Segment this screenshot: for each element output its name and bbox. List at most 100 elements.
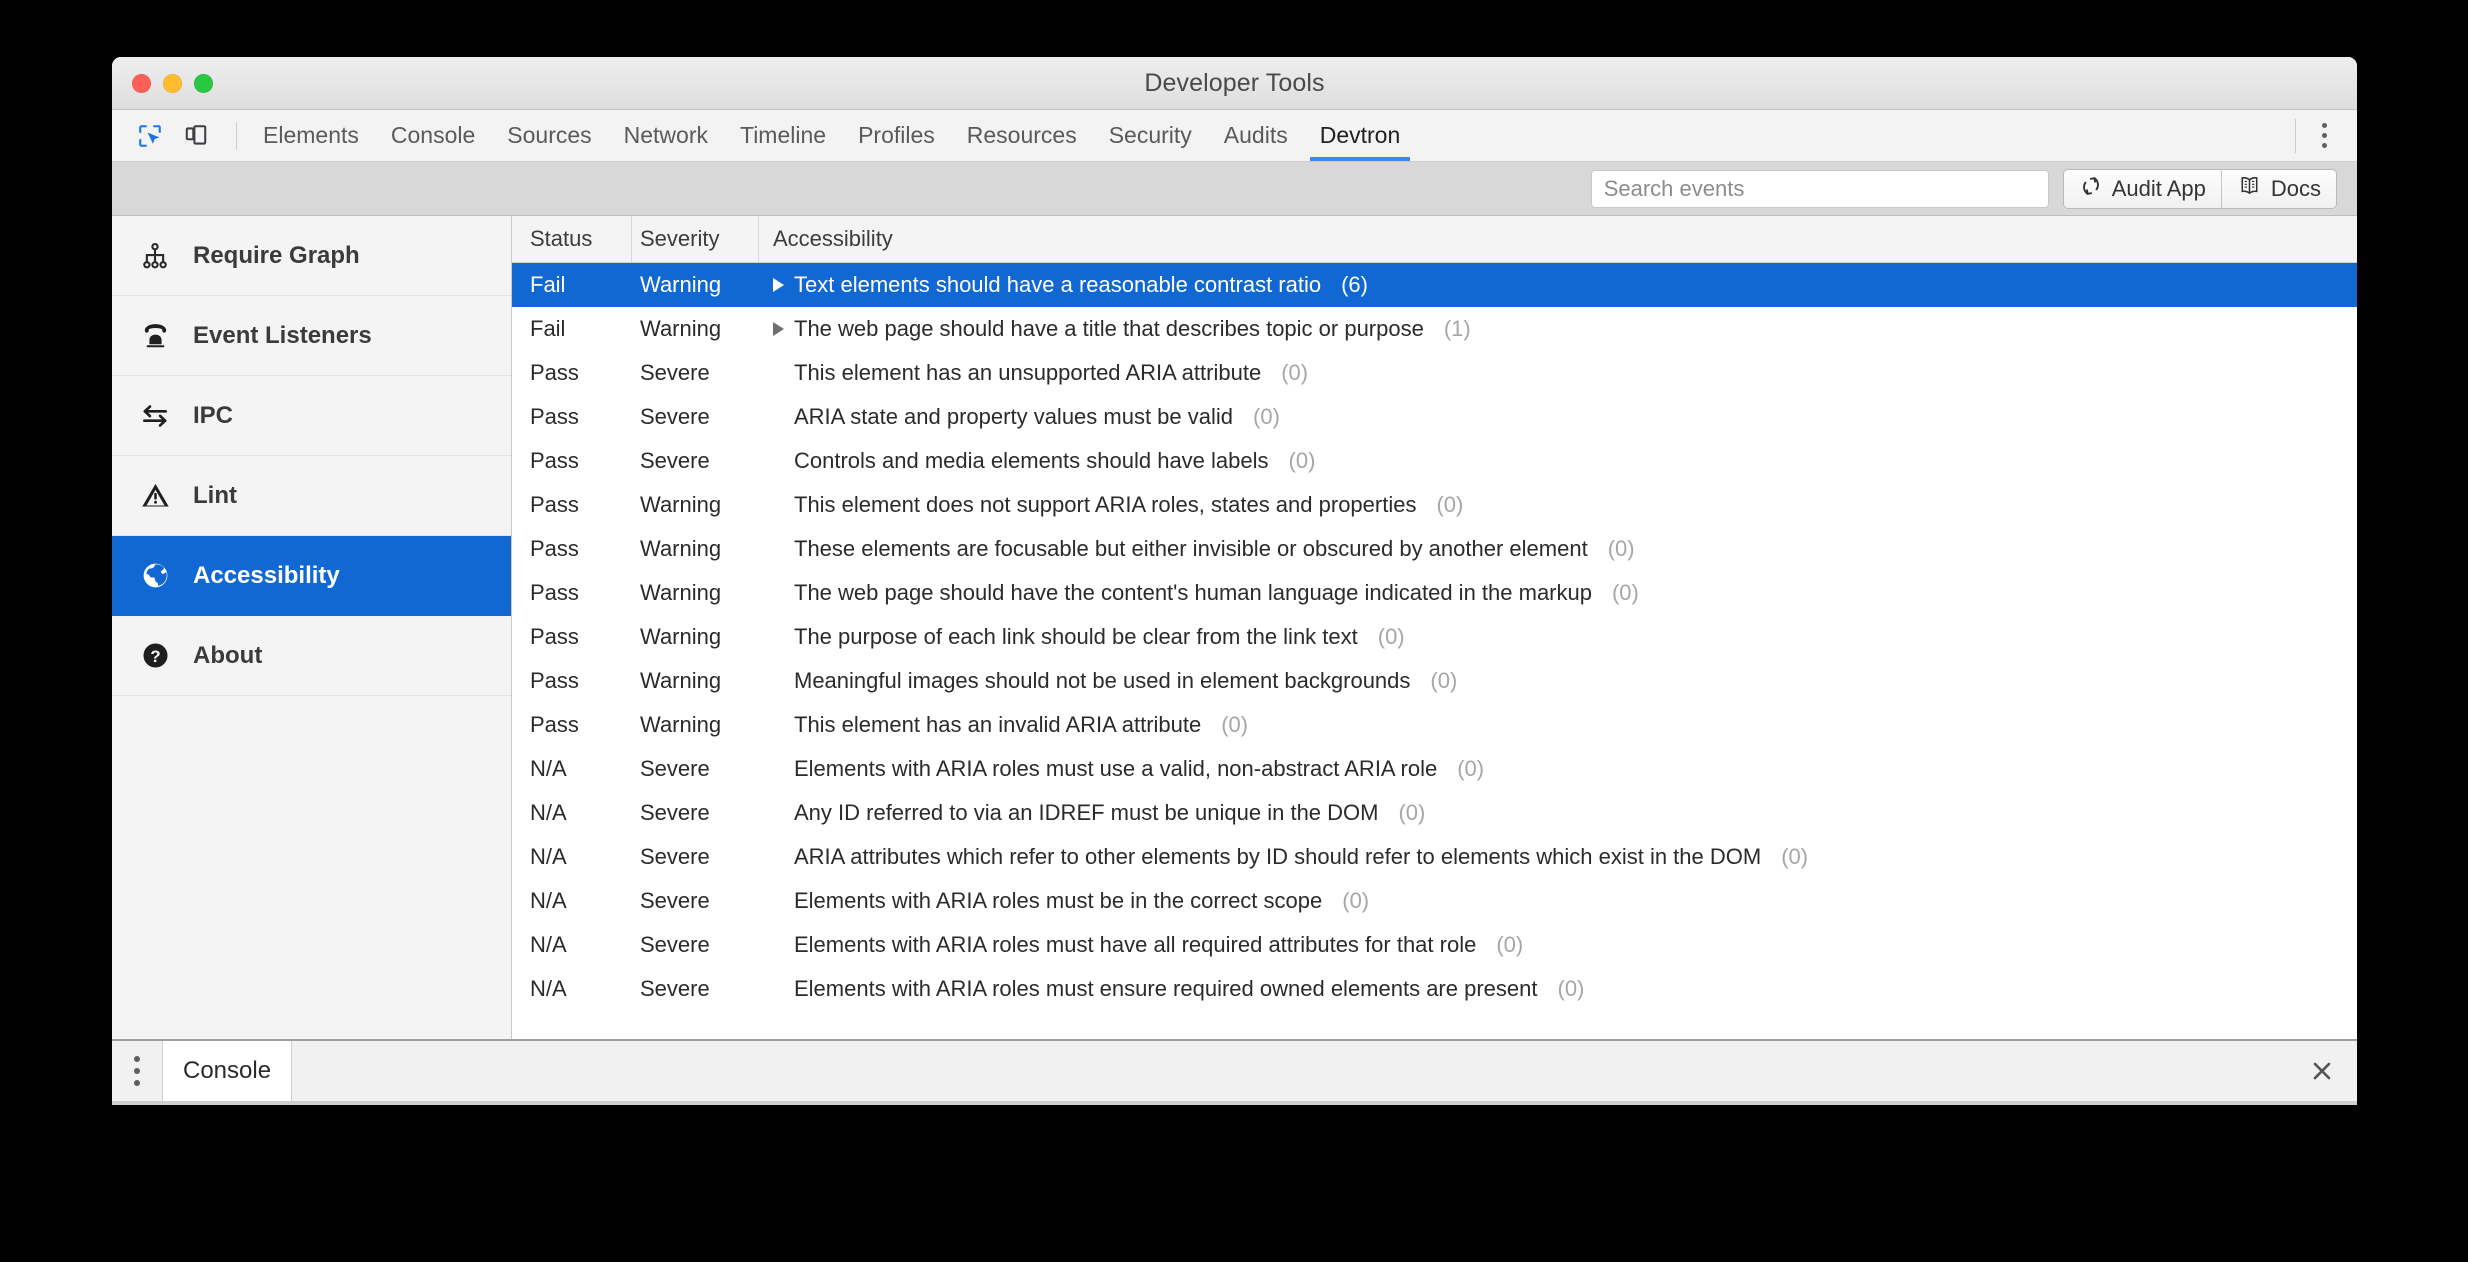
table-row[interactable]: N/A Severe Any ID referred to via an IDREF… [512,791,2357,835]
close-x-icon[interactable] [2287,1041,2357,1101]
expand-caret-icon[interactable] [773,322,784,336]
rule-count: (0) [1377,624,1405,649]
column-header-accessibility[interactable]: Accessibility [759,226,2357,252]
tab-audits[interactable]: Audits [1208,110,1304,161]
tab-label: Audits [1223,122,1288,148]
rule-description: ARIA attributes which refer to other ele… [794,844,1762,869]
table-row[interactable]: Pass Warning This element does not support… [512,483,2357,527]
docs-button[interactable]: Docs [2220,169,2336,208]
cell-status: Pass [530,492,579,517]
sidebar-item-label: Event Listeners [193,321,372,349]
more-options-kebab-icon[interactable] [2312,117,2337,154]
column-header-status[interactable]: Status [512,216,632,262]
table-row[interactable]: Pass Warning Meaningful images should not … [512,659,2357,703]
cell-status: N/A [530,756,567,781]
rule-description: The purpose of each link should be clear… [794,624,1358,649]
exchange-arrows-icon [138,399,172,433]
cell-severity: Warning [640,712,722,737]
table-row[interactable]: Fail Warning Text elements should have a r… [512,263,2357,307]
column-header-severity[interactable]: Severity [632,216,759,262]
cell-status: Pass [530,712,579,737]
drawer-tab-console[interactable]: Console [162,1041,293,1101]
cell-accessibility: Elements with ARIA roles must use a vali… [759,756,2357,782]
rule-count: (0) [1253,404,1280,429]
rule-count: (0) [1436,492,1464,517]
drawer-kebab-icon[interactable] [112,1041,162,1101]
tab-profiles[interactable]: Profiles [842,110,951,161]
sitemap-icon [138,239,172,273]
table-row[interactable]: N/A Severe Elements with ARIA roles must h… [512,923,2357,967]
audit-app-button[interactable]: Audit App [2064,170,2221,208]
tab-resources[interactable]: Resources [951,110,1093,161]
cell-severity: Severe [640,844,710,869]
sidebar-item-event-listeners[interactable]: Event Listeners [112,296,511,376]
tab-elements[interactable]: Elements [247,110,375,161]
sidebar-item-require-graph[interactable]: Require Graph [112,216,511,296]
sidebar-item-accessibility[interactable]: Accessibility [112,536,511,616]
table-row[interactable]: Pass Severe Controls and media elements sh… [512,439,2357,483]
tab-network[interactable]: Network [608,110,724,161]
cell-accessibility: The purpose of each link should be clear… [759,624,2357,650]
cell-accessibility: Elements with ARIA roles must ensure req… [759,976,2357,1002]
cell-accessibility: The web page should have the content's h… [759,580,2357,606]
toolbar-divider [236,121,237,150]
sidebar-item-ipc[interactable]: IPC [112,376,511,456]
inspect-element-icon[interactable] [130,116,170,156]
table-row[interactable]: Pass Severe ARIA state and property values… [512,395,2357,439]
table-row[interactable]: Fail Warning The web page should have a ti… [512,307,2357,351]
cell-severity: Severe [640,932,710,957]
cell-status: Pass [530,668,579,693]
sidebar-item-label: Require Graph [193,241,360,269]
rule-count: (0) [1342,888,1370,913]
device-toolbar-icon[interactable] [176,116,216,156]
sidebar-item-label: About [193,641,263,669]
table-row[interactable]: Pass Warning This element has an invalid A… [512,703,2357,747]
rule-description: Elements with ARIA roles must ensure req… [794,976,1538,1001]
rule-count: (0) [1457,756,1485,781]
book-icon [2237,175,2262,203]
table-row[interactable]: Pass Warning The web page should have the … [512,571,2357,615]
devtools-tabstrip: Elements Console Sources Network Timelin… [112,110,2357,162]
rule-count: (0) [1496,932,1524,957]
rule-description: Elements with ARIA roles must have all r… [794,932,1477,957]
table-row[interactable]: N/A Severe Elements with ARIA roles must e… [512,967,2357,1011]
globe-icon [138,559,172,593]
tab-label: Network [623,122,708,148]
cell-severity: Severe [640,448,710,473]
tab-security[interactable]: Security [1093,110,1208,161]
rule-description: The web page should have the content's h… [794,580,1592,605]
cell-severity: Warning [640,668,722,693]
tab-sources[interactable]: Sources [491,110,607,161]
rule-count: (0) [1398,800,1426,825]
sidebar-item-lint[interactable]: Lint [112,456,511,536]
cell-severity: Warning [640,272,722,297]
cell-severity: Severe [640,404,710,429]
table-row[interactable]: Pass Warning These elements are focusable … [512,527,2357,571]
rule-count: (0) [1281,360,1309,385]
table-row[interactable]: N/A Severe Elements with ARIA roles must b… [512,879,2357,923]
refresh-icon [2079,174,2103,204]
tab-label: Devtron [1319,122,1401,148]
cell-status: N/A [530,844,567,869]
table-row[interactable]: N/A Severe Elements with ARIA roles must u… [512,747,2357,791]
search-input[interactable] [1590,169,2049,208]
tab-label: Sources [507,122,592,148]
rule-description: ARIA state and property values must be v… [794,404,1234,429]
tab-devtron[interactable]: Devtron [1304,110,1417,161]
cell-accessibility: This element has an unsupported ARIA att… [759,360,2357,386]
rule-count: (0) [1611,580,1639,605]
drawer-tab-label: Console [183,1057,272,1084]
table-row[interactable]: N/A Severe ARIA attributes which refer to … [512,835,2357,879]
rule-count: (0) [1430,668,1458,693]
cell-severity: Warning [640,492,722,517]
sidebar-item-about[interactable]: ? About [112,616,511,696]
question-circle-icon: ? [138,639,172,673]
rule-description: Controls and media elements should have … [794,448,1269,473]
tab-timeline[interactable]: Timeline [724,110,842,161]
tab-console[interactable]: Console [375,110,491,161]
table-row[interactable]: Pass Severe This element has an unsupporte… [512,351,2357,395]
expand-caret-icon[interactable] [773,278,784,292]
cell-severity: Severe [640,360,710,385]
rule-description: The web page should have a title that de… [794,316,1424,341]
table-row[interactable]: Pass Warning The purpose of each link shou… [512,615,2357,659]
